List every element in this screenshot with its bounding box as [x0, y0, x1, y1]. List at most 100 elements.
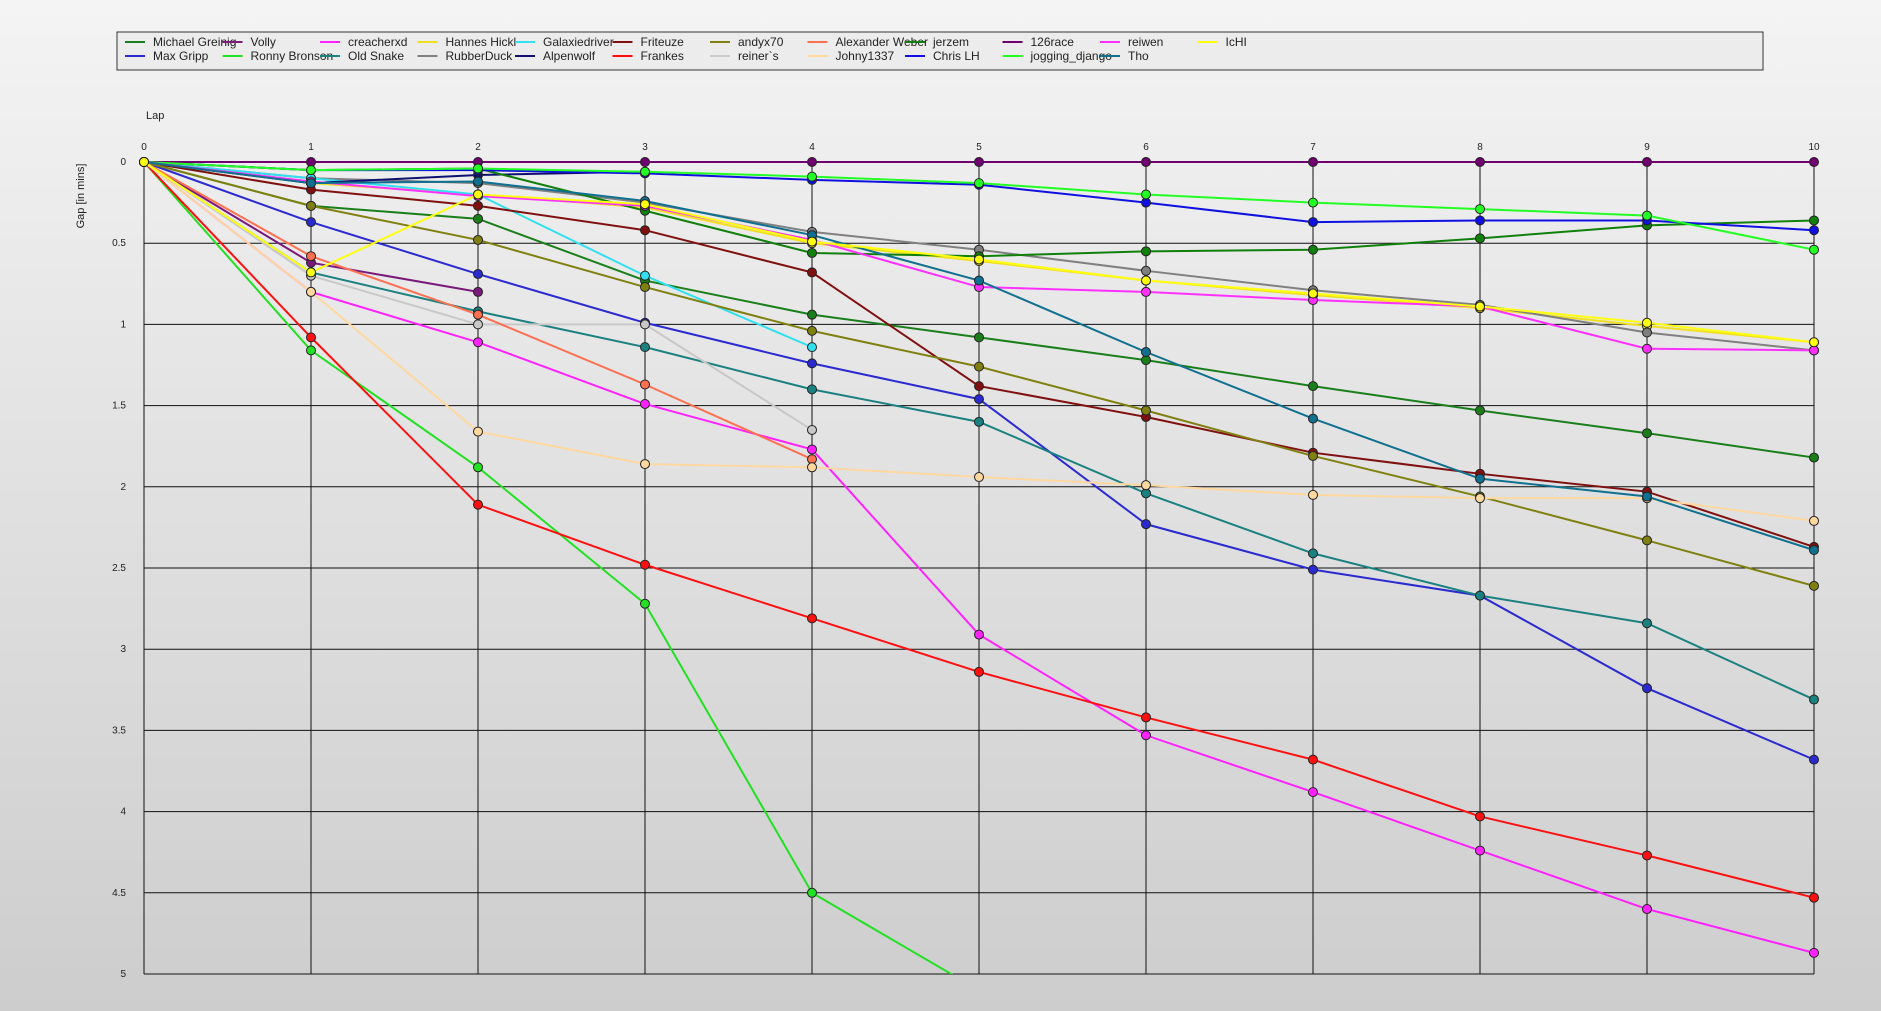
y-tick-label: 0 — [120, 157, 126, 168]
x-axis-label: Lap — [146, 110, 164, 122]
y-axis-ticks: 0 0.5 1 1.5 2 2.5 3 3.5 4 4.5 5 — [112, 157, 126, 980]
data-point — [807, 309, 817, 320]
data-point — [306, 267, 316, 278]
data-point — [473, 309, 483, 320]
data-point — [1809, 452, 1819, 463]
data-point — [1475, 301, 1485, 312]
data-point — [473, 499, 483, 510]
x-tick-label: 5 — [976, 142, 982, 153]
data-point — [640, 157, 650, 167]
data-point — [473, 269, 483, 280]
data-point — [1308, 381, 1318, 392]
data-point — [1141, 347, 1151, 358]
data-point — [1141, 246, 1151, 257]
x-tick-label: 0 — [141, 142, 147, 153]
data-point — [473, 286, 483, 297]
data-point — [1809, 337, 1819, 348]
y-tick-label: 1 — [120, 319, 126, 330]
data-point — [473, 234, 483, 245]
data-point — [640, 459, 650, 470]
data-point — [1141, 712, 1151, 723]
data-point — [1475, 233, 1485, 244]
data-point — [807, 462, 817, 473]
legend-label: Max Gripp — [153, 49, 209, 63]
x-tick-label: 7 — [1310, 142, 1316, 153]
data-point — [473, 213, 483, 224]
data-point — [807, 157, 817, 167]
data-point — [1141, 189, 1151, 200]
data-point — [1308, 217, 1318, 228]
data-point — [1475, 811, 1485, 822]
y-tick-label: 2.5 — [112, 563, 126, 574]
data-point — [640, 199, 650, 210]
data-point — [473, 426, 483, 437]
legend-label: reiner`s — [738, 49, 779, 63]
legend-label: jogging_django — [1030, 49, 1113, 63]
legend-label: Volly — [251, 35, 276, 49]
data-point — [1809, 515, 1819, 526]
data-point — [1141, 265, 1151, 276]
legend-label: Old Snake — [348, 49, 404, 63]
data-point — [1809, 244, 1819, 255]
data-point — [1141, 157, 1151, 167]
y-tick-label: 3.5 — [112, 725, 126, 736]
legend-label: reiwen — [1128, 35, 1163, 49]
data-point — [1308, 489, 1318, 500]
legend-label: Frankes — [641, 49, 684, 63]
data-point — [1475, 215, 1485, 226]
data-point — [640, 282, 650, 293]
data-point — [807, 384, 817, 395]
data-point — [1809, 545, 1819, 556]
data-point — [473, 319, 483, 330]
data-point — [974, 254, 984, 265]
data-point — [473, 189, 483, 200]
data-point — [1475, 493, 1485, 504]
data-point — [1642, 317, 1652, 328]
y-tick-label: 4.5 — [112, 888, 126, 899]
x-tick-label: 10 — [1808, 142, 1820, 153]
x-tick-label: 4 — [809, 142, 815, 153]
data-point — [974, 178, 984, 189]
data-point — [807, 247, 817, 258]
data-point — [1141, 480, 1151, 491]
data-point — [974, 629, 984, 640]
data-point — [1809, 754, 1819, 765]
legend-label: IcHI — [1226, 35, 1247, 49]
data-point — [1809, 947, 1819, 958]
data-point — [1475, 845, 1485, 856]
data-point — [1642, 157, 1652, 167]
data-point — [807, 342, 817, 353]
race-gap-chart: Michael GreinigMax GrippVollyRonny Brons… — [75, 31, 1820, 980]
y-axis-label: Gap [in mins] — [75, 164, 87, 229]
data-point — [1642, 850, 1652, 861]
data-point — [1308, 197, 1318, 208]
data-point — [974, 361, 984, 372]
data-point — [1642, 210, 1652, 221]
data-point — [640, 225, 650, 236]
data-point — [1642, 327, 1652, 338]
data-point — [1642, 904, 1652, 915]
data-point — [640, 559, 650, 570]
data-point — [1141, 519, 1151, 530]
data-point — [306, 251, 316, 262]
series-126race — [139, 157, 1819, 167]
data-point — [1809, 157, 1819, 167]
data-point — [473, 462, 483, 473]
data-point — [640, 379, 650, 390]
data-point — [306, 332, 316, 343]
data-point — [807, 887, 817, 898]
data-point — [1809, 215, 1819, 226]
x-tick-label: 1 — [308, 142, 314, 153]
series-ronny-bronson — [139, 157, 954, 974]
data-point — [306, 217, 316, 228]
data-point — [1308, 548, 1318, 559]
data-point — [1642, 683, 1652, 694]
data-point — [1475, 405, 1485, 416]
data-point — [1308, 413, 1318, 424]
x-axis-ticks: 0 1 2 3 4 5 6 7 8 9 10 — [141, 142, 1820, 153]
data-point — [807, 444, 817, 455]
data-point — [1642, 491, 1652, 502]
data-point — [807, 613, 817, 624]
y-tick-label: 3 — [120, 644, 126, 655]
data-point — [1475, 590, 1485, 601]
